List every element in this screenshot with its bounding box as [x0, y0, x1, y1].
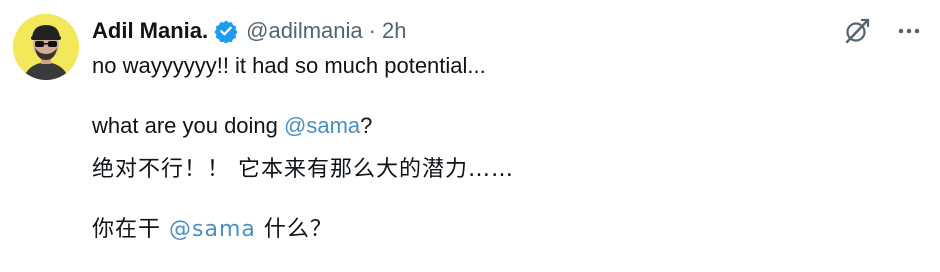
mention-link[interactable]: @sama	[169, 217, 256, 242]
author-handle[interactable]: @adilmania	[246, 18, 363, 44]
tweet-text-line-2: what are you doing @sama?	[92, 110, 920, 142]
header-separator: ·	[368, 18, 376, 43]
tweet-text-line-4: 你在干 @sama 什么？	[92, 214, 920, 246]
more-icon[interactable]	[894, 16, 924, 46]
author-display-name[interactable]: Adil Mania.	[92, 18, 208, 44]
tweet-timestamp[interactable]: 2h	[382, 18, 406, 44]
grok-icon[interactable]	[842, 16, 872, 46]
mention-link[interactable]: @sama	[284, 113, 360, 138]
tweet: Adil Mania. @adilmania · 2h no wayyyyyy!…	[0, 0, 940, 272]
tweet-text-line-1: no wayyyyyy!! it had so much potential..…	[92, 53, 486, 78]
tweet-text-segment: 什么？	[255, 217, 333, 242]
tweet-text: no wayyyyyy!! it had so much potential..…	[92, 50, 920, 246]
tweet-text-segment: ?	[360, 113, 373, 138]
verified-badge-icon[interactable]	[214, 19, 238, 43]
tweet-actions	[842, 14, 924, 48]
avatar-image	[13, 14, 79, 80]
tweet-header: Adil Mania. @adilmania · 2h	[92, 14, 406, 48]
tweet-text-segment: what are you doing	[92, 113, 285, 138]
tweet-text-segment: 你在干	[92, 217, 169, 242]
tweet-text-line-3: 绝对不行！！ 它本来有那么大的潜力……	[92, 157, 514, 182]
avatar[interactable]	[13, 14, 79, 80]
